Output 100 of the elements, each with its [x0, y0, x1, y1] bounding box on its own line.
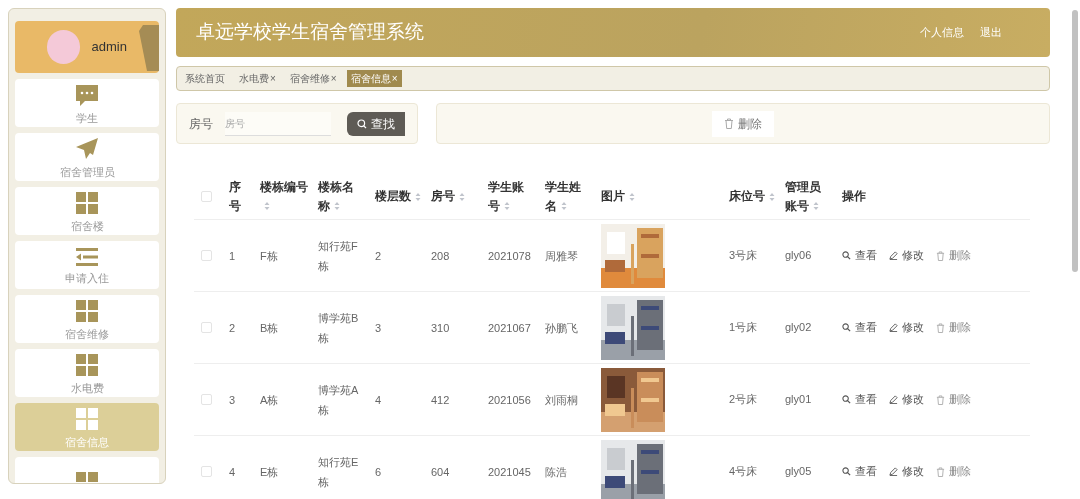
column-header[interactable]: 床位号: [729, 187, 785, 206]
sort-icon[interactable]: [264, 201, 270, 212]
table-cell-text: gly05: [785, 464, 813, 480]
sort-icon[interactable]: [459, 191, 465, 202]
table-cell-text: 4号床: [729, 464, 759, 480]
row-action-link[interactable]: 删除: [936, 391, 971, 408]
table-cell-text: 陈浩: [545, 464, 568, 480]
table-cell-text: 博学苑B栋: [318, 310, 360, 346]
table-cell-text: 刘雨桐: [545, 392, 579, 408]
row-checkbox[interactable]: [201, 250, 212, 261]
table-cell-text: A栋: [260, 392, 280, 408]
table-cell-text: 2021078: [488, 248, 532, 264]
trash-icon: [936, 250, 945, 261]
row-action-link[interactable]: 查看: [842, 319, 877, 336]
table-cell-text: 6: [375, 464, 383, 480]
column-header[interactable]: 图片: [601, 187, 729, 206]
table-cell-text: 知行苑E栋: [318, 454, 360, 490]
table-cell-text: gly02: [785, 320, 813, 336]
row-checkbox[interactable]: [201, 466, 212, 477]
grid-icon: [75, 299, 99, 324]
table-cell-text: 博学苑A栋: [318, 382, 360, 418]
delete-button[interactable]: 删除: [712, 110, 774, 137]
ribbon-icon: [139, 25, 159, 71]
table-cell-text: 2: [375, 248, 383, 264]
column-header[interactable]: 房号: [431, 187, 488, 206]
column-header[interactable]: 楼栋名称: [318, 177, 375, 216]
search-icon: [842, 323, 851, 332]
search-icon: [842, 467, 851, 476]
pencil-icon: [889, 323, 898, 332]
table-cell-text: E栋: [260, 464, 280, 480]
column-header[interactable]: 学生账号: [488, 177, 545, 216]
trash-icon: [936, 394, 945, 405]
column-header[interactable]: 楼层数: [375, 187, 431, 206]
table-cell-text: 1: [229, 248, 237, 264]
column-header: 操作: [842, 188, 867, 205]
row-action-link[interactable]: 修改: [889, 463, 924, 480]
row-checkbox[interactable]: [201, 394, 212, 405]
table-cell-text: 4: [375, 392, 383, 408]
sort-icon[interactable]: [813, 201, 819, 212]
row-action-link[interactable]: 查看: [842, 247, 877, 264]
row-action-link[interactable]: 查看: [842, 391, 877, 408]
avatar: [47, 30, 80, 64]
sort-icon[interactable]: [561, 201, 567, 212]
sort-icon[interactable]: [629, 191, 635, 202]
column-header[interactable]: 学生姓名: [545, 177, 601, 216]
tab[interactable]: 水电费×: [235, 70, 280, 87]
chat-icon: [75, 83, 99, 108]
grid-icon: [75, 353, 99, 378]
table-cell-text: 孙鹏飞: [545, 320, 579, 336]
table-cell-text: 3: [375, 320, 383, 336]
table-cell-text: 3号床: [729, 248, 759, 264]
grid-icon: [75, 191, 99, 216]
scrollbar[interactable]: [1072, 10, 1078, 272]
column-header: 序号: [229, 178, 242, 215]
row-checkbox[interactable]: [201, 322, 212, 333]
search-icon: [842, 395, 851, 404]
sort-icon[interactable]: [504, 201, 510, 212]
tab[interactable]: 系统首页: [181, 70, 229, 87]
row-action-link[interactable]: 删除: [936, 247, 971, 264]
table-cell-text: 208: [431, 248, 451, 264]
list-indent-icon: [75, 247, 99, 268]
table-cell-text: 2021045: [488, 464, 532, 480]
table-cell-text: 310: [431, 320, 451, 336]
row-action-link[interactable]: 删除: [936, 463, 971, 480]
table-cell-text: 4: [229, 464, 237, 480]
column-header[interactable]: 管理员账号: [785, 177, 842, 216]
table-cell-text: gly06: [785, 248, 813, 264]
grid-icon: [75, 407, 99, 432]
search-button[interactable]: 查找: [347, 111, 405, 136]
pencil-icon: [889, 467, 898, 476]
search-label: 房号: [189, 115, 213, 133]
row-action-link[interactable]: 修改: [889, 247, 924, 264]
table-cell-text: 2号床: [729, 392, 759, 408]
sort-icon[interactable]: [415, 191, 421, 202]
table-cell-text: gly01: [785, 392, 813, 408]
table-cell-text: 周雅琴: [545, 248, 579, 264]
trash-icon: [936, 322, 945, 333]
trash-icon: [936, 466, 945, 477]
table-cell-text: 3: [229, 392, 237, 408]
sort-icon[interactable]: [769, 191, 775, 202]
user-name: admin: [91, 38, 127, 57]
header-checkbox[interactable]: [201, 191, 212, 202]
row-action-link[interactable]: 修改: [889, 319, 924, 336]
app-title: 卓远学校学生宿舍管理系统: [196, 20, 425, 45]
search-field[interactable]: 房号: [225, 111, 331, 136]
table-cell-text: 1号床: [729, 320, 759, 336]
row-action-link[interactable]: 查看: [842, 463, 877, 480]
table-cell-text: 2: [229, 320, 237, 336]
column-header[interactable]: 楼栋编号: [260, 177, 318, 216]
table-cell-text: F栋: [260, 248, 279, 264]
table-cell-text: 412: [431, 392, 451, 408]
sort-icon[interactable]: [334, 201, 340, 212]
trash-icon: [724, 118, 734, 129]
row-action-link[interactable]: 删除: [936, 319, 971, 336]
row-action-link[interactable]: 修改: [889, 391, 924, 408]
table-cell-text: 知行苑F栋: [318, 238, 359, 274]
table-cell-text: 604: [431, 464, 451, 480]
search-icon: [357, 118, 367, 129]
search-icon: [842, 251, 851, 260]
tab[interactable]: 宿舍维修×: [285, 70, 341, 87]
